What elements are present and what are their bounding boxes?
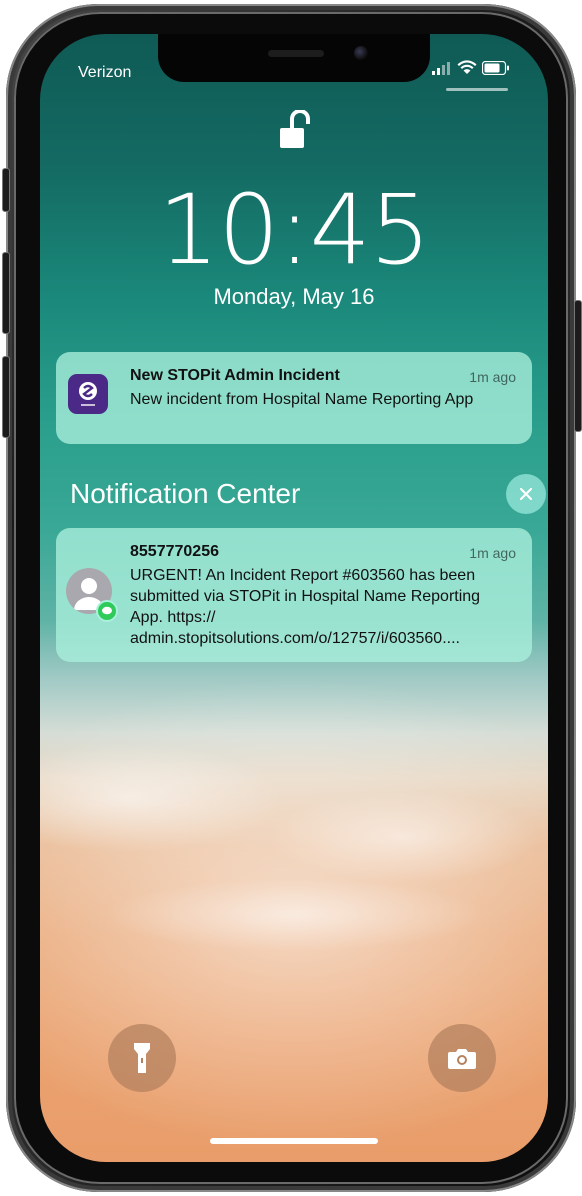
clear-notifications-button[interactable]	[506, 474, 546, 514]
side-power-button	[574, 300, 582, 432]
lock-screen: Verizon 10:45 Monday, May 16 New STOPit …	[40, 34, 548, 1162]
clock-date: Monday, May 16	[213, 284, 375, 309]
notch	[158, 34, 430, 82]
volume-up-button	[2, 252, 10, 334]
close-icon	[519, 487, 533, 501]
notification-body: New incident from Hospital Name Reportin…	[130, 391, 474, 408]
control-center-indicator[interactable]	[446, 88, 508, 91]
stopit-admin-icon	[68, 374, 108, 414]
flashlight-button[interactable]	[108, 1024, 176, 1092]
status-icons	[432, 60, 510, 75]
message-notification[interactable]: 8557770256 1m ago URGENT! An Incident Re…	[56, 528, 532, 662]
wifi-icon	[457, 60, 477, 74]
mute-switch	[2, 168, 10, 212]
message-time: 1m ago	[469, 545, 516, 561]
clock-time: 10:45	[158, 174, 431, 286]
battery-icon	[482, 60, 509, 75]
cellular-signal-icon	[432, 61, 450, 75]
notification-title: New STOPit Admin Incident	[130, 367, 340, 384]
message-sender: 8557770256	[130, 543, 219, 560]
unlocked-padlock-icon	[280, 110, 310, 148]
message-body: URGENT! An Incident Report #603560 has b…	[130, 567, 481, 647]
wallpaper-wave	[40, 694, 548, 954]
flashlight-icon	[134, 1043, 150, 1073]
stopit-notification[interactable]: New STOPit Admin Incident 1m ago New inc…	[56, 352, 532, 444]
front-camera	[354, 46, 368, 60]
notification-time: 1m ago	[469, 369, 516, 385]
camera-button[interactable]	[428, 1024, 496, 1092]
camera-icon	[448, 1049, 476, 1069]
carrier-label: Verizon	[78, 64, 132, 81]
home-indicator[interactable]	[210, 1138, 378, 1144]
notification-center-title: Notification Center	[70, 478, 301, 509]
messages-badge-icon	[96, 600, 118, 622]
earpiece-speaker	[268, 50, 324, 57]
volume-down-button	[2, 356, 10, 438]
